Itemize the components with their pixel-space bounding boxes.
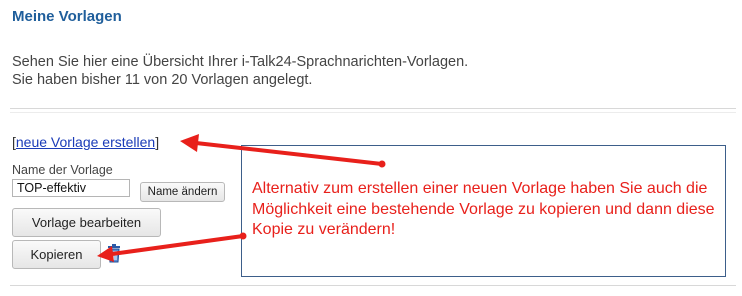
intro-text: Sehen Sie hier eine Übersicht Ihrer i-Ta… (12, 53, 468, 89)
intro-line-count: Sie haben bisher 11 von 20 Vorlagen ange… (12, 72, 313, 88)
create-template-link[interactable]: neue Vorlage erstellen (16, 134, 155, 150)
page-title: Meine Vorlagen (12, 8, 122, 25)
divider (10, 108, 736, 109)
template-name-label: Name der Vorlage (12, 163, 113, 177)
copy-button[interactable]: Kopieren (12, 240, 101, 269)
annotation-text: Alternativ zum erstellen einer neuen Vor… (252, 180, 715, 238)
divider (10, 112, 736, 113)
create-template-link-wrapper: [neue Vorlage erstellen] (12, 134, 159, 150)
bracket-close: ] (155, 134, 160, 150)
edit-template-button[interactable]: Vorlage bearbeiten (12, 208, 161, 237)
trash-icon[interactable] (107, 243, 121, 263)
rename-button[interactable]: Name ändern (140, 182, 225, 202)
intro-line-overview: Sehen Sie hier eine Übersicht Ihrer i-Ta… (12, 54, 469, 70)
template-name-input[interactable] (12, 179, 130, 197)
annotation-callout: Alternativ zum erstellen einer neuen Vor… (241, 145, 726, 277)
divider (10, 285, 736, 286)
